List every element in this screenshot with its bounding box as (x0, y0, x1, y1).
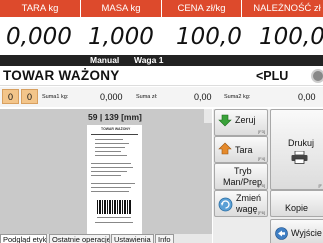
ticket-title: TOWAR WAŻONY (101, 127, 131, 131)
ticket-text-line (91, 167, 133, 168)
suma-zl-label: Suma zł: (136, 94, 158, 100)
change-scale-button[interactable]: Zmień wagę [F6] (214, 190, 268, 217)
suma-zl-value: 0,00 (194, 92, 212, 102)
cena-value: 100,0 (176, 24, 242, 50)
suma2-label: Suma2 kg: (224, 94, 251, 100)
header-tara: TARA kg (21, 3, 59, 14)
ticket-text-line (97, 217, 131, 218)
ticket-text-line (91, 163, 131, 164)
ticket-text-line (91, 191, 129, 192)
label-ticket: TOWAR WAŻONY (87, 125, 142, 235)
tab-label-preview[interactable]: Podgląd etykiety (0, 234, 47, 243)
ticket-text-line (95, 143, 129, 144)
tab-bar: Podgląd etykiety Ostatnie operacje Ustaw… (0, 234, 212, 243)
ticket-text-line (91, 171, 127, 172)
tare-label: Tara (235, 145, 253, 155)
tab-settings[interactable]: Ustawienia (111, 234, 154, 243)
ticket-text-line (91, 187, 131, 188)
ticket-text-line (95, 147, 125, 148)
copies-button[interactable]: Kopie (270, 190, 323, 217)
mode-label: Manual (90, 55, 120, 65)
arrow-down-icon (218, 114, 232, 127)
header-naleznosc: NALEŻNOŚĆ zł (253, 3, 321, 14)
tab-info[interactable]: Info (155, 234, 174, 243)
exit-icon (275, 227, 288, 240)
ticket-rule (91, 134, 138, 135)
tab-recent-operations[interactable]: Ostatnie operacje (49, 234, 110, 243)
printer-icon (291, 151, 308, 164)
suma1-value: 0,000 (100, 92, 123, 102)
copies-label: Kopie (285, 203, 309, 213)
counter-box-2: 0 (21, 89, 38, 104)
print-key: [F (318, 183, 322, 188)
sums-row: 0 0 Suma1 kg: 0,000 Suma zł: 0,00 Suma2 … (0, 87, 323, 107)
tara-value: 0,000 (6, 24, 72, 50)
product-name: TOWAR WAŻONY (3, 68, 120, 83)
counter-box-1: 0 (2, 89, 19, 104)
mode-label-line1: Tryb (234, 166, 252, 176)
naleznosc-value: 100,00 (259, 24, 323, 50)
ticket-text-line (91, 183, 135, 184)
product-row: TOWAR WAŻONY <PLU (0, 66, 323, 86)
action-panel: Zeruj [F3] Tara [F4] Tryb Man/Prep [F5] … (213, 109, 323, 243)
mode-key: [F5] (258, 183, 265, 188)
header-cena: CENA zł/kg (177, 3, 226, 14)
ticket-text-line (95, 222, 133, 223)
exit-label: Wyjście (291, 228, 322, 238)
change-scale-line2: wagę (236, 204, 258, 214)
ticket-text-line (95, 139, 123, 140)
zero-key: [F3] (258, 129, 265, 134)
arrow-up-icon (218, 142, 232, 155)
plu-label: <PLU (256, 69, 289, 83)
tare-key: [F4] (258, 156, 265, 161)
ticket-text-line (91, 175, 121, 176)
suma1-label: Suma1 kg: (42, 94, 69, 100)
change-scale-key: [F6] (258, 210, 265, 215)
plu-search-icon[interactable] (311, 69, 323, 83)
ticket-text-line (95, 155, 127, 156)
mode-button[interactable]: Tryb Man/Prep [F5] (214, 163, 268, 190)
header-masa: MASA kg (101, 3, 141, 14)
exit-button[interactable]: Wyjście (270, 219, 323, 243)
zero-label: Zeruj (235, 115, 256, 125)
refresh-icon (218, 197, 233, 212)
zero-button[interactable]: Zeruj [F3] (214, 109, 268, 136)
preview-scroll-corner (204, 109, 212, 123)
change-scale-line1: Zmień (236, 193, 262, 203)
mode-label-line2: Man/Prep (223, 177, 263, 187)
print-label: Drukuj (288, 138, 315, 148)
barcode-image (97, 200, 131, 214)
suma2-value: 0,00 (298, 92, 316, 102)
masa-value: 1,000 (88, 24, 154, 50)
header-bar: TARA kg MASA kg CENA zł/kg NALEŻNOŚĆ zł (0, 0, 323, 17)
print-button[interactable]: Drukuj [F (270, 109, 323, 190)
tare-button[interactable]: Tara [F4] (214, 136, 268, 163)
ticket-text-line (95, 151, 121, 152)
label-dimensions: 59 | 139 [mm] (88, 112, 142, 122)
scale-label: Waga 1 (134, 55, 164, 65)
status-bar: Manual Waga 1 (0, 55, 323, 66)
